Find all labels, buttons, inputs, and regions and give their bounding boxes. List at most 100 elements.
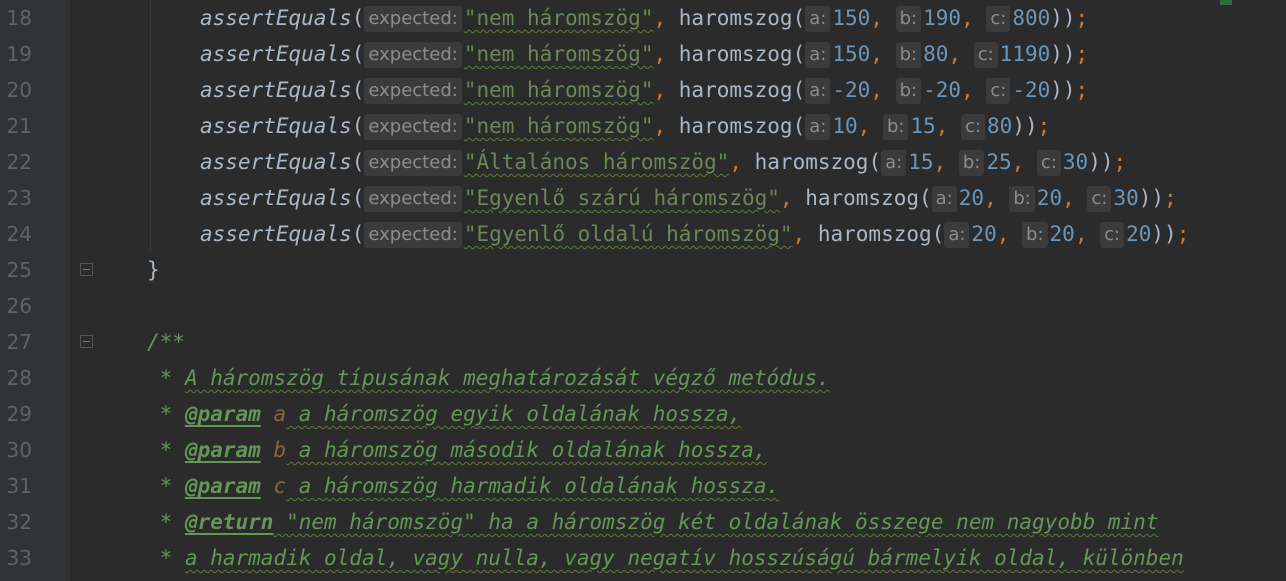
open-paren: ( <box>868 150 882 174</box>
function-call: haromszog <box>678 6 793 30</box>
close-parens: )) <box>1050 78 1076 102</box>
close-parens: )) <box>1050 42 1076 66</box>
fold-start-icon[interactable] <box>80 335 93 348</box>
param-name: b <box>273 438 287 462</box>
arg-c: 80 <box>987 114 1013 138</box>
param-hint-expected: expected: <box>364 222 462 248</box>
arg-c: 1190 <box>999 42 1051 66</box>
comma: , <box>961 78 974 102</box>
semicolon: ; <box>1037 114 1051 138</box>
open-paren: ( <box>792 42 806 66</box>
param-hint-expected: expected: <box>364 150 462 176</box>
param-hint-b: b: <box>895 78 922 104</box>
expected-string: "Egyenlő oldalú háromszög" <box>464 222 793 246</box>
param-hint-a: a: <box>931 186 957 212</box>
comma: , <box>1062 186 1075 210</box>
code-line-18[interactable]: 18 assertEquals(expected: "nem háromszög",… <box>0 0 1286 36</box>
line-number: 20 <box>6 78 32 102</box>
javadoc-text: * @param b a háromszög második oldalának… <box>147 432 767 468</box>
code-line-25[interactable]: 25 } <box>0 252 1286 288</box>
code-line-32[interactable]: 32 * @return "nem háromszög" ha a hároms… <box>0 504 1286 540</box>
open-paren: ( <box>792 78 806 102</box>
expected-value: "Egyenlő szárú háromszög" <box>463 186 780 210</box>
param-description: a háromszög egyik oldalának hossza, <box>286 402 742 426</box>
param-hint-c: c: <box>1036 150 1061 176</box>
arg-a: 20 <box>971 222 997 246</box>
code-line-29[interactable]: 29 * @param a a háromszög egyik oldalána… <box>0 396 1286 432</box>
param-hint-a: a: <box>805 42 831 68</box>
param-hint-a: a: <box>881 150 907 176</box>
javadoc-text: * @param a a háromszög egyik oldalának h… <box>147 396 742 432</box>
open-paren: ( <box>792 114 806 138</box>
param-hint-b: b: <box>895 42 922 68</box>
code-line-30[interactable]: 30 * @param b a háromszög második oldalá… <box>0 432 1286 468</box>
assert-statement: assertEquals(expected: "nem háromszög", h… <box>200 72 1088 108</box>
param-description: a háromszög harmadik oldalának hossza. <box>286 474 780 498</box>
comma: , <box>653 114 667 138</box>
method-call: assertEquals <box>200 114 352 138</box>
arg-c: 30 <box>1113 186 1139 210</box>
arg-b: 20 <box>1036 186 1063 210</box>
param-hint-expected: expected: <box>364 42 462 68</box>
arg-b: -20 <box>923 78 962 102</box>
semicolon: ; <box>1176 222 1190 246</box>
param-hint-c: c: <box>961 114 986 140</box>
param-hint-c: c: <box>1100 222 1125 248</box>
function-call: haromszog <box>805 186 919 210</box>
code-line-21[interactable]: 21 assertEquals(expected: "nem háromszög",… <box>0 108 1286 144</box>
expected-value: "nem háromszög" <box>463 42 654 66</box>
open-paren: ( <box>351 6 365 30</box>
javadoc-text: * @return "nem háromszög" ha a háromszög… <box>147 504 1159 540</box>
comma: , <box>870 78 883 102</box>
fold-end-icon[interactable] <box>80 263 93 276</box>
line-number: 24 <box>6 222 32 246</box>
expected-value: "nem háromszög" <box>463 114 654 138</box>
code-line-31[interactable]: 31 * @param c a háromszög harmadik oldal… <box>0 468 1286 504</box>
code-line-19[interactable]: 19 assertEquals(expected: "nem háromszög",… <box>0 36 1286 72</box>
param-hint-a: a: <box>805 78 831 104</box>
arg-b: 190 <box>923 6 962 30</box>
expected-string: "nem háromszög" <box>464 6 654 30</box>
arg-b: 80 <box>923 42 949 66</box>
param-hint-b: b: <box>882 114 909 140</box>
param-hint-c: c: <box>986 6 1011 32</box>
comma: , <box>870 6 883 30</box>
code-line-22[interactable]: 22 assertEquals(expected: "Általános három… <box>0 144 1286 180</box>
javadoc-text: * @param c a háromszög harmadik oldalána… <box>147 468 780 504</box>
line-number: 27 <box>6 330 32 354</box>
line-number: 30 <box>6 438 32 462</box>
function-call: haromszog <box>678 114 793 138</box>
code-line-20[interactable]: 20 assertEquals(expected: "nem háromszög",… <box>0 72 1286 108</box>
comma: , <box>1011 150 1025 174</box>
assert-statement: assertEquals(expected: "nem háromszög", h… <box>200 36 1088 72</box>
assert-statement: assertEquals(expected: "Egyenlő oldalú há… <box>200 216 1189 252</box>
open-paren: ( <box>351 150 365 174</box>
code-line-23[interactable]: 23 assertEquals(expected: "Egyenlő szárú h… <box>0 180 1286 216</box>
open-paren: ( <box>351 222 365 246</box>
param-hint-a: a: <box>805 6 831 32</box>
javadoc-star: * <box>147 438 185 462</box>
code-line-24[interactable]: 24 assertEquals(expected: "Egyenlő oldalú … <box>0 216 1286 252</box>
line-number: 23 <box>6 186 32 210</box>
javadoc-star: * <box>147 474 185 498</box>
comma: , <box>996 222 1010 246</box>
param-description: a háromszög második oldalának hossza, <box>286 438 767 462</box>
code-line-27[interactable]: 27 /** <box>0 324 1286 360</box>
code-line-26[interactable]: 26 <box>0 288 1286 324</box>
expected-string: "nem háromszög" <box>464 114 654 138</box>
param-hint-expected: expected: <box>364 186 462 212</box>
arg-c: 30 <box>1062 150 1089 174</box>
javadoc-star: * <box>147 510 185 534</box>
code-line-33[interactable]: 33 * a harmadik oldal, vagy nulla, vagy … <box>0 540 1286 576</box>
expected-value: "nem háromszög" <box>463 78 654 102</box>
param-hint-a: a: <box>805 114 831 140</box>
open-paren: ( <box>351 186 365 210</box>
comma: , <box>729 150 742 174</box>
param-hint-b: b: <box>1022 222 1048 248</box>
close-parens: )) <box>1088 150 1114 174</box>
semicolon: ; <box>1075 6 1089 30</box>
param-hint-b: b: <box>1009 186 1035 212</box>
line-number: 21 <box>6 114 32 138</box>
semicolon: ; <box>1164 186 1177 210</box>
code-line-28[interactable]: 28 * A háromszög típusának meghatározásá… <box>0 360 1286 396</box>
